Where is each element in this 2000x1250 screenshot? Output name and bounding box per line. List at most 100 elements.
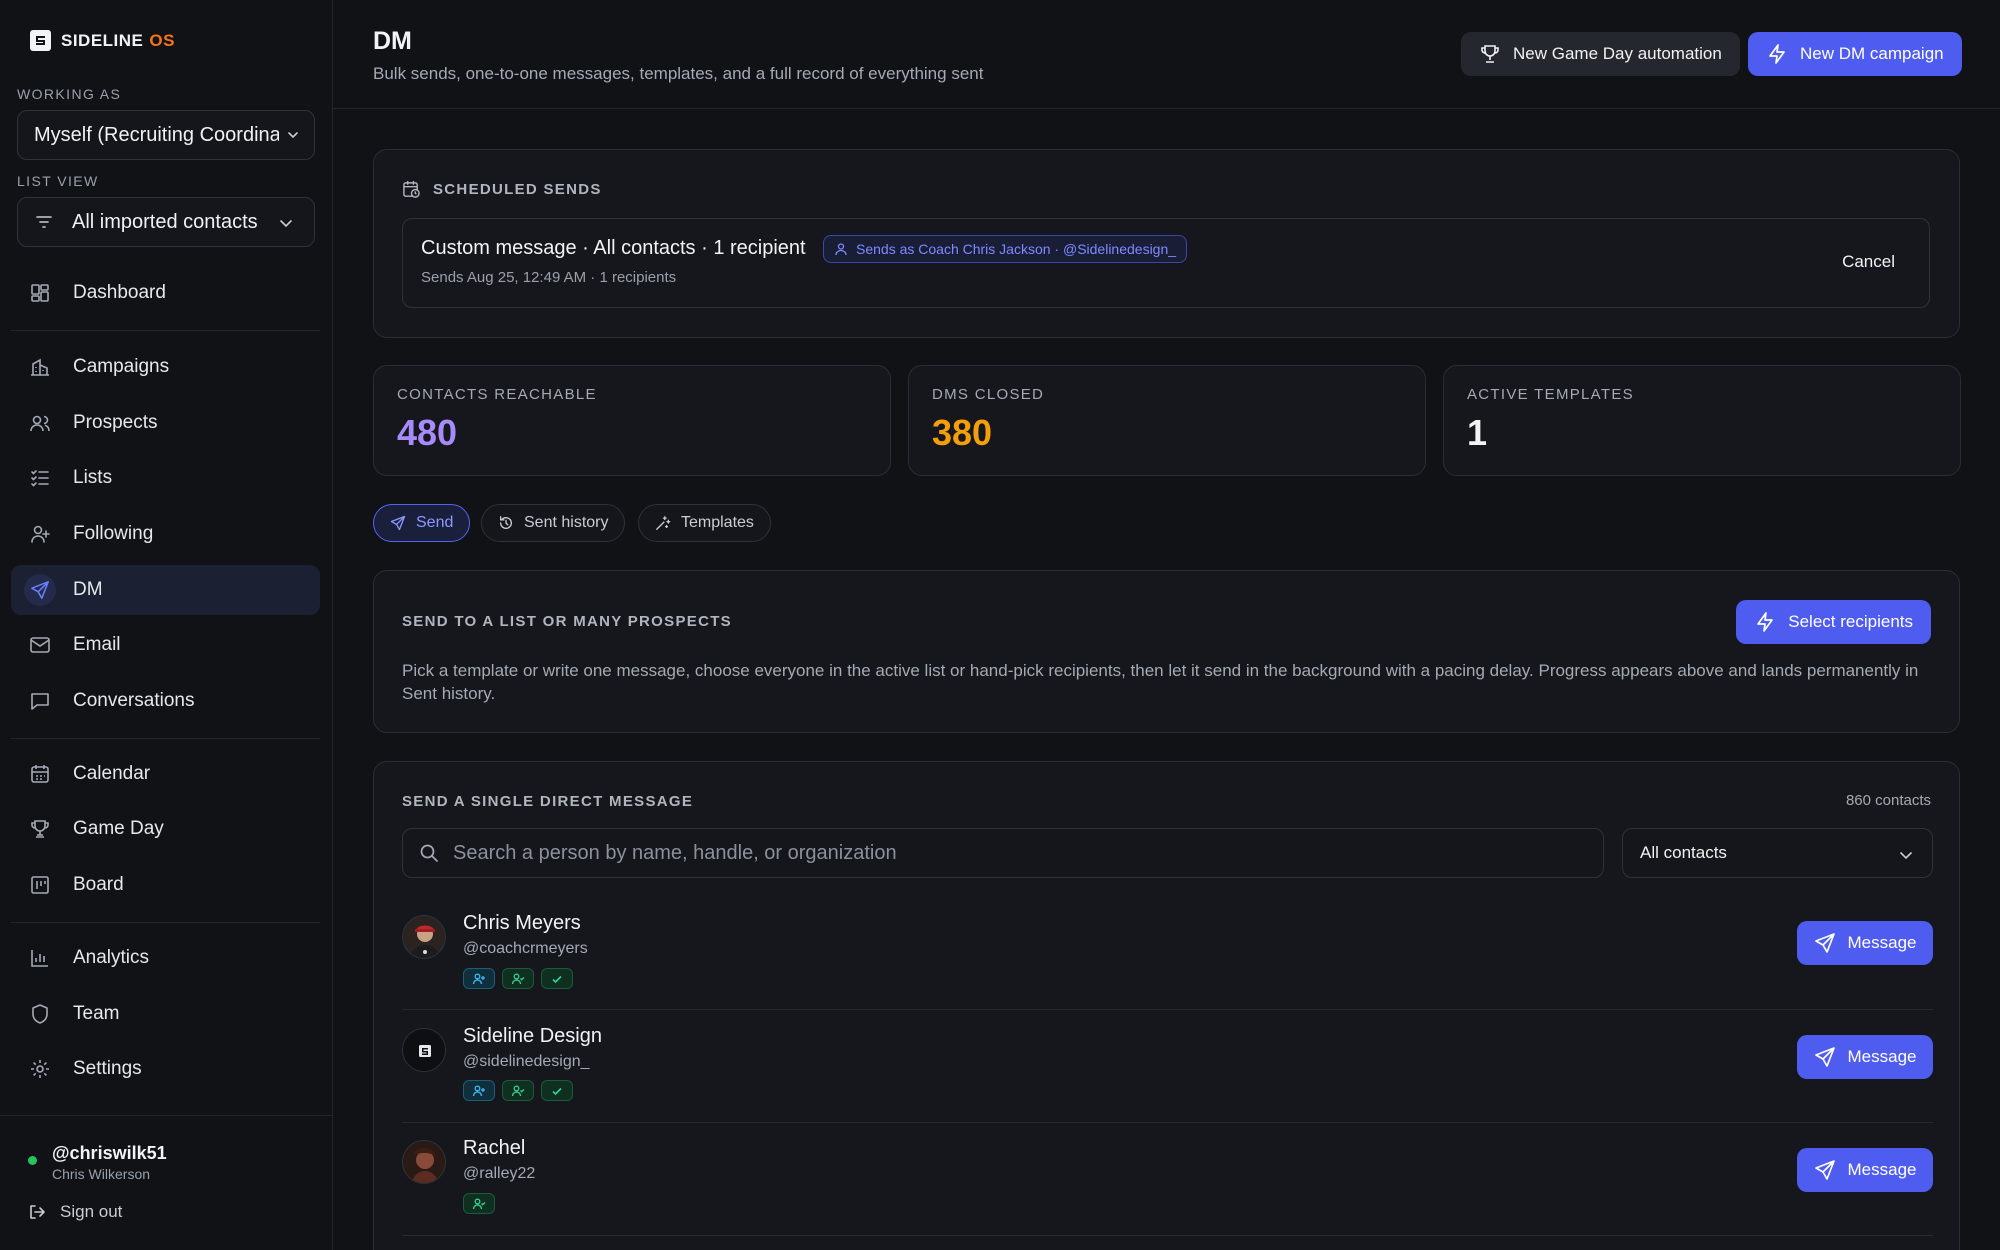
sidebar-item-dm[interactable]: DM [11,565,320,615]
sidebar-item-label: Game Day [73,818,164,839]
main-content: DM Bulk sends, one-to-one messages, temp… [333,0,2000,1250]
message-button[interactable]: Message [1797,1148,1933,1192]
following-chip-icon [463,968,495,989]
stat-card-dms-closed: DMS CLOSED 380 [908,365,1426,476]
sidebar-item-label: Following [73,523,154,544]
message-button-label: Message [1847,1047,1917,1066]
user-icon [835,243,847,256]
working-as-value: Myself (Recruiting Coordinator) [34,123,279,146]
contact-row: Rachel @ralley22 Message [402,1124,1933,1236]
sender-badge-label: Sends as Coach Chris Jackson · @Sideline… [856,241,1177,257]
logo-mark-icon [30,30,51,51]
person-search-input[interactable]: Search a person by name, handle, or orga… [402,828,1604,878]
tab-send[interactable]: Send [373,504,471,542]
avatar[interactable] [402,915,446,959]
divider [11,922,320,923]
new-game-day-automation-label: New Game Day automation [1513,44,1722,63]
list-check-icon [29,467,51,489]
mail-icon [29,634,51,656]
gear-icon [29,1058,51,1080]
dashboard-icon [29,282,51,304]
stat-label: ACTIVE TEMPLATES [1467,386,1634,403]
sidebar-item-dashboard[interactable]: Dashboard [11,268,320,318]
sender-badge: Sends as Coach Chris Jackson · @Sideline… [823,235,1188,263]
page-title: DM [373,27,412,55]
sidebar-item-analytics[interactable]: Analytics [11,933,320,983]
message-button-label: Message [1847,933,1917,952]
sidebar-item-team[interactable]: Team [11,989,320,1039]
sidebar-item-following[interactable]: Following [11,509,320,559]
logo-accent-text: OS [149,30,175,50]
sidebar-item-calendar[interactable]: Calendar [11,749,320,799]
message-button[interactable]: Message [1797,1035,1933,1079]
sign-out-icon [30,1205,45,1219]
user-handle: @chriswilk51 [52,1143,167,1163]
sidebar-item-email[interactable]: Email [11,620,320,670]
lightning-icon [1757,612,1774,632]
sidebar-item-label: Settings [73,1058,142,1079]
stat-value: 1 [1467,412,1488,453]
sidebar-item-conversations[interactable]: Conversations [11,676,320,726]
page-header: DM Bulk sends, one-to-one messages, temp… [333,0,2000,109]
sidebar-item-campaigns[interactable]: Campaigns [11,342,320,392]
select-recipients-button[interactable]: Select recipients [1736,600,1931,644]
send-icon [1814,1047,1835,1067]
follower-chip-icon [463,1193,495,1214]
trophy-icon [29,818,51,840]
calendar-icon [29,763,51,785]
new-dm-campaign-button[interactable]: New DM campaign [1748,32,1962,76]
scheduled-send-meta: Sends Aug 25, 12:49 AM · 1 recipients [421,269,677,286]
search-icon [420,844,438,862]
stat-card-active-templates: ACTIVE TEMPLATES 1 [1443,365,1961,476]
trophy-icon [1481,45,1499,63]
stat-value: 380 [932,412,993,453]
working-as-select[interactable]: Myself (Recruiting Coordinator) [17,110,315,160]
stat-label: DMS CLOSED [932,386,1045,403]
page-subtitle: Bulk sends, one-to-one messages, templat… [373,64,984,83]
contact-name: Sideline Design [463,1025,602,1047]
contact-name: Rachel [463,1137,526,1159]
sign-out-button[interactable]: Sign out [28,1202,122,1222]
sparkles-icon [656,516,671,530]
divider [11,738,320,739]
tab-sent-history[interactable]: Sent history [481,504,626,542]
new-game-day-automation-button[interactable]: New Game Day automation [1461,32,1740,76]
sidebar-item-game-day[interactable]: Game Day [11,804,320,854]
sidebar-item-lists[interactable]: Lists [11,453,320,503]
app-logo[interactable]: SIDELINE OS [30,30,175,51]
avatar[interactable] [402,1028,446,1072]
contact-handle: @ralley22 [463,1165,536,1182]
sidebar-item-label: Conversations [73,690,195,711]
single-dm-heading: SEND A SINGLE DIRECT MESSAGE [402,793,694,810]
list-view-label: LIST VIEW [17,173,99,189]
chevron-down-icon [288,132,298,139]
stat-label: CONTACTS REACHABLE [397,386,597,403]
board-icon [29,874,51,896]
avatar[interactable] [402,1140,446,1184]
message-button[interactable]: Message [1797,921,1933,965]
sidebar-item-label: Lists [73,467,113,488]
cancel-scheduled-send-button[interactable]: Cancel [1842,252,1895,272]
send-icon [1814,933,1835,953]
new-dm-campaign-label: New DM campaign [1800,44,1944,63]
contact-filter-select[interactable]: All contacts [1622,828,1933,878]
chevron-down-icon [1900,852,1912,860]
sign-out-label: Sign out [60,1202,123,1221]
send-icon [390,515,406,531]
sidebar-item-board[interactable]: Board [11,860,320,910]
sidebar-item-prospects[interactable]: Prospects [11,398,320,448]
user-name: Chris Wilkerson [52,1166,151,1182]
sidebar-item-settings[interactable]: Settings [11,1044,320,1094]
sidebar-item-label: Team [73,1003,120,1024]
tab-templates[interactable]: Templates [638,504,771,542]
send-icon [24,574,56,606]
relationship-chips [463,968,573,989]
following-chip-icon [463,1080,495,1101]
send-icon [1814,1160,1835,1180]
list-view-select[interactable]: All imported contacts [17,197,315,247]
sidebar-item-label: Campaigns [73,356,170,377]
contact-name: Chris Meyers [463,912,581,934]
tab-label: Templates [681,514,754,531]
lightning-icon [1769,44,1785,64]
contacts-count: 860 contacts [1845,792,1931,809]
